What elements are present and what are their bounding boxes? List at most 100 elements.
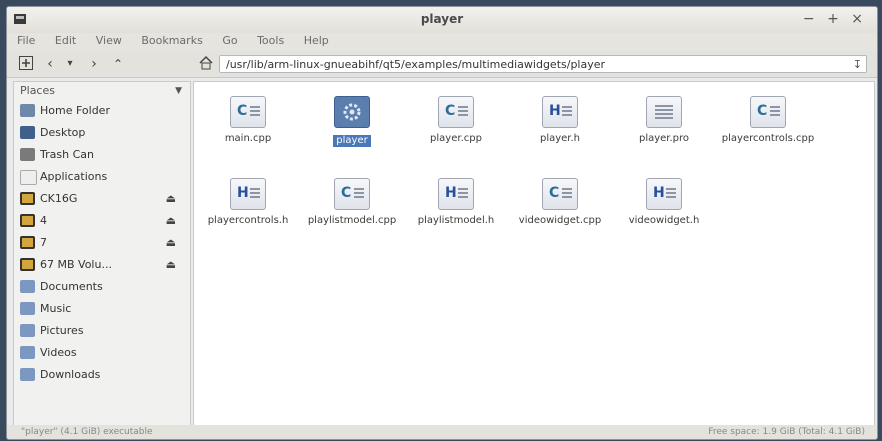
home-folder-icon (20, 104, 35, 117)
home-button[interactable] (197, 55, 215, 73)
minimize-button[interactable]: − (803, 11, 819, 27)
location-bar[interactable]: /usr/lib/arm-linux-gnueabihf/qt5/example… (219, 55, 867, 73)
window-title: player (420, 12, 464, 26)
menu-bookmarks[interactable]: Bookmarks (133, 33, 210, 47)
pictures-folder-icon (20, 324, 35, 337)
toolbar: ‹ ▾ › ⌃ /usr/lib/arm-linux-gnueabihf/qt5… (7, 51, 877, 78)
file-name: player.h (539, 133, 581, 144)
drive-icon (20, 258, 35, 271)
file-name: playlistmodel.cpp (307, 215, 397, 226)
trash-icon (20, 148, 35, 161)
cpp-source-file-icon: C (750, 96, 786, 128)
sidebar-item-label: Desktop (40, 126, 86, 139)
menu-go[interactable]: Go (214, 33, 245, 47)
sidebar-item-label: Music (40, 302, 72, 315)
eject-icon[interactable]: ⏏ (166, 232, 176, 254)
eject-icon[interactable]: ⏏ (166, 210, 176, 232)
file-item[interactable]: Cplaylistmodel.cpp (304, 178, 400, 227)
sidebar-item-4[interactable]: 4 ⏏ (14, 210, 190, 232)
sidebar-item-label: Videos (40, 346, 77, 359)
close-button[interactable]: × (851, 11, 867, 27)
file-name: playercontrols.cpp (721, 133, 815, 144)
location-path: /usr/lib/arm-linux-gnueabihf/qt5/example… (226, 58, 606, 71)
sidebar-item-label: Documents (40, 280, 103, 293)
back-history-button[interactable]: ▾ (61, 55, 79, 73)
executable-gear-icon (334, 96, 370, 128)
file-name: videowidget.cpp (518, 215, 602, 226)
file-item[interactable]: player (304, 96, 400, 147)
sidebar-item-desktop[interactable]: Desktop (14, 122, 190, 144)
sidebar-item-documents[interactable]: Documents (14, 276, 190, 298)
sidebar-item-downloads[interactable]: Downloads (14, 364, 190, 386)
file-item[interactable]: Cplayer.cpp (408, 96, 504, 145)
cpp-source-file-icon: C (438, 96, 474, 128)
file-item[interactable]: player.pro (616, 96, 712, 145)
sidebar-item-pictures[interactable]: Pictures (14, 320, 190, 342)
file-manager-window: player − + × File Edit View Bookmarks Go… (6, 6, 878, 440)
file-item[interactable]: Hvideowidget.h (616, 178, 712, 227)
drive-icon (20, 214, 35, 227)
places-header[interactable]: Places ▼ (14, 82, 190, 100)
places-sidebar: Places ▼ Home Folder Desktop Trash Can Appl… (13, 81, 191, 435)
sidebar-item-label: 4 (40, 214, 47, 227)
sidebar-item-67-mb-volu[interactable]: 67 MB Volu... ⏏ (14, 254, 190, 276)
downloads-folder-icon (20, 368, 35, 381)
up-button[interactable]: ⌃ (109, 55, 127, 73)
eject-icon[interactable]: ⏏ (166, 188, 176, 210)
places-header-label: Places (20, 84, 55, 97)
file-name: playlistmodel.h (417, 215, 495, 226)
documents-folder-icon (20, 280, 35, 293)
cpp-source-file-icon: C (230, 96, 266, 128)
sidebar-item-music[interactable]: Music (14, 298, 190, 320)
sidebar-item-label: CK16G (40, 192, 78, 205)
chevron-down-icon: ▼ (175, 86, 182, 96)
sidebar-item-label: Trash Can (40, 148, 94, 161)
menu-edit[interactable]: Edit (47, 33, 84, 47)
new-tab-icon (19, 56, 33, 70)
sidebar-item-ck16g[interactable]: CK16G ⏏ (14, 188, 190, 210)
videos-folder-icon (20, 346, 35, 359)
file-item[interactable]: Hplaylistmodel.h (408, 178, 504, 227)
file-item[interactable]: Cmain.cpp (200, 96, 296, 145)
menu-help[interactable]: Help (296, 33, 337, 47)
title-bar: player − + × (7, 7, 877, 33)
new-tab-button[interactable] (17, 55, 35, 73)
sidebar-item-videos[interactable]: Videos (14, 342, 190, 364)
music-folder-icon (20, 302, 35, 315)
file-item[interactable]: Cplayercontrols.cpp (720, 96, 816, 145)
sidebar-item-7[interactable]: 7 ⏏ (14, 232, 190, 254)
menu-tools[interactable]: Tools (249, 33, 292, 47)
file-item[interactable]: Cvideowidget.cpp (512, 178, 608, 227)
drive-icon (20, 236, 35, 249)
sidebar-item-label: Downloads (40, 368, 101, 381)
back-arrow-icon: ‹ (47, 56, 53, 72)
maximize-button[interactable]: + (827, 11, 843, 27)
sidebar-item-applications[interactable]: Applications (14, 166, 190, 188)
file-name: player (333, 135, 371, 147)
file-item[interactable]: Hplayercontrols.h (200, 178, 296, 227)
go-icon[interactable]: ↧ (853, 56, 862, 74)
file-name: playercontrols.h (207, 215, 289, 226)
back-button[interactable]: ‹ (41, 55, 59, 73)
sidebar-item-label: 7 (40, 236, 47, 249)
file-name: player.pro (638, 133, 690, 144)
desktop-icon (20, 126, 35, 139)
sidebar-item-label: 67 MB Volu... (40, 258, 112, 271)
window-controls: − + × (803, 11, 867, 27)
menu-bar: File Edit View Bookmarks Go Tools Help (7, 33, 877, 51)
header-file-icon: H (646, 178, 682, 210)
file-item[interactable]: Hplayer.h (512, 96, 608, 145)
drive-icon (20, 192, 35, 205)
menu-file[interactable]: File (7, 33, 43, 47)
status-bar: "player" (4.1 GiB) executable Free space… (7, 425, 877, 439)
eject-icon[interactable]: ⏏ (166, 254, 176, 276)
sidebar-item-label: Home Folder (40, 104, 110, 117)
sidebar-item-home-folder[interactable]: Home Folder (14, 100, 190, 122)
sidebar-item-trash-can[interactable]: Trash Can (14, 144, 190, 166)
text-file-icon (646, 96, 682, 128)
menu-view[interactable]: View (88, 33, 130, 47)
home-icon (199, 55, 213, 70)
forward-button[interactable]: › (85, 55, 103, 73)
forward-arrow-icon: › (91, 56, 97, 72)
header-file-icon: H (230, 178, 266, 210)
